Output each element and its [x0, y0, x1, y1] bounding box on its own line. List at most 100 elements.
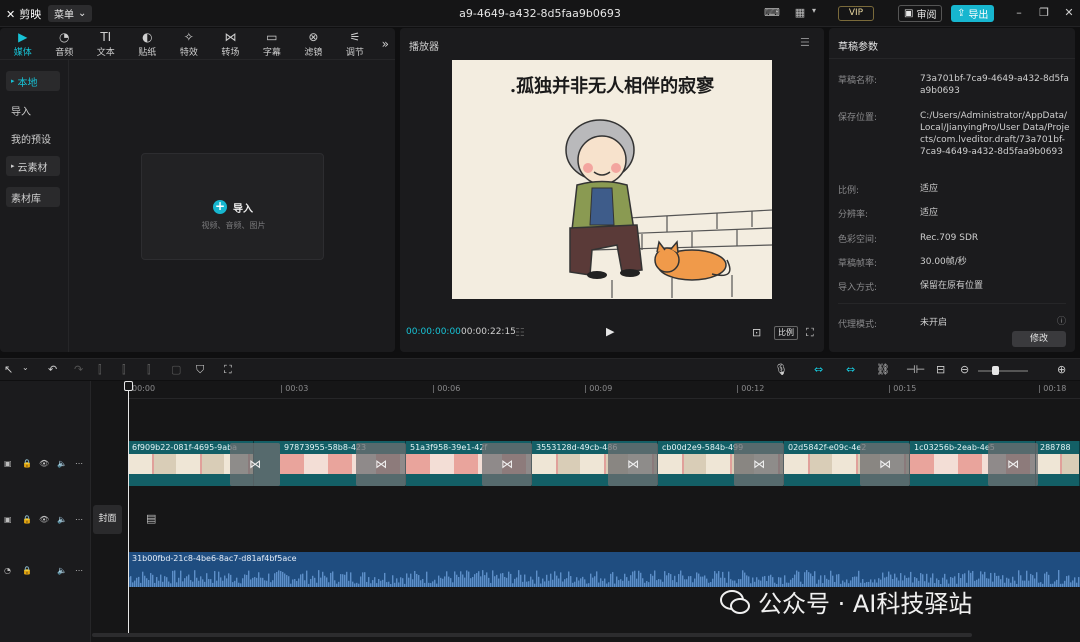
tab-effects[interactable]: ✧ 特效: [168, 28, 210, 60]
auto-snap-icon[interactable]: ⇔: [846, 363, 855, 376]
shoe-shape: [620, 269, 640, 277]
chevron-down-icon[interactable]: ⌄: [22, 363, 29, 372]
video-preview[interactable]: .孤独并非无人相伴的寂寥: [452, 60, 772, 299]
restore-icon[interactable]: ❐: [1037, 6, 1051, 20]
volume-icon[interactable]: 🔈: [57, 459, 67, 468]
layout-chevron-icon[interactable]: ▾: [806, 6, 822, 20]
more-icon[interactable]: ⋯: [75, 515, 83, 524]
lock-icon[interactable]: 🔒: [22, 566, 32, 575]
transition-marker[interactable]: ⋈: [734, 443, 784, 486]
fit-screen-icon[interactable]: ⊡: [752, 326, 761, 339]
tab-adjust[interactable]: ⚟ 调节: [334, 28, 376, 60]
fullscreen-icon[interactable]: ⛶: [806, 326, 814, 340]
face-shape: [577, 135, 627, 185]
tab-text[interactable]: TI 文本: [85, 28, 127, 60]
more-icon[interactable]: ⋯: [75, 459, 83, 468]
sidebar-item-presets[interactable]: 我的预设: [6, 128, 60, 148]
tab-filter[interactable]: ⊗ 滤镜: [293, 28, 335, 60]
delete-icon[interactable]: ▢: [171, 363, 181, 376]
playhead-line[interactable]: [128, 381, 129, 636]
eye-icon[interactable]: 👁: [39, 515, 49, 524]
vip-button[interactable]: VIP: [838, 6, 874, 21]
sidebar-item-library[interactable]: 素材库: [6, 187, 60, 207]
play-button[interactable]: ▶: [606, 325, 614, 338]
waveform-bar: [370, 583, 372, 587]
horizontal-scrollbar[interactable]: [92, 633, 972, 637]
review-button[interactable]: ▣ 审阅: [898, 5, 943, 22]
info-icon[interactable]: ⓘ: [1057, 314, 1066, 327]
main-track-magnet-icon[interactable]: ⇔: [814, 363, 823, 376]
transition-marker[interactable]: ⋈: [356, 443, 406, 486]
caption-icon[interactable]: ⊟: [936, 363, 945, 376]
volume-icon[interactable]: 🔈: [57, 515, 67, 524]
export-button[interactable]: ⇪ 导出: [951, 5, 995, 22]
split-left-icon[interactable]: ⫿: [122, 363, 126, 377]
waveform-bar: [686, 579, 688, 587]
shortcut-keyboard-icon[interactable]: ⌨: [764, 6, 780, 20]
waveform-bar: [358, 583, 360, 587]
waveform-bar: [990, 572, 992, 587]
app-logo: ✕ 剪映: [6, 6, 41, 22]
hamburger-menu-icon[interactable]: ☰: [800, 36, 810, 49]
video-clip[interactable]: 288788: [1036, 441, 1080, 486]
eye-icon[interactable]: 👁: [39, 459, 49, 468]
transition-marker[interactable]: ⋈: [482, 443, 532, 486]
waveform-bar: [716, 573, 718, 587]
waveform-bar: [682, 575, 684, 587]
tab-transition[interactable]: ⋈ 转场: [210, 28, 252, 60]
transition-marker[interactable]: ⋈: [860, 443, 910, 486]
tab-subtitle[interactable]: ▭ 字幕: [251, 28, 293, 60]
lock-icon[interactable]: 🔒: [22, 515, 32, 524]
undo-icon[interactable]: ↶: [48, 363, 57, 376]
waveform-bar: [652, 575, 654, 587]
more-icon[interactable]: ⋯: [75, 566, 83, 575]
waveform-bar: [380, 580, 382, 587]
zoom-out-icon[interactable]: ⊖: [960, 363, 969, 376]
minimize-icon[interactable]: –: [1012, 6, 1026, 20]
cover-button[interactable]: 封面: [93, 505, 122, 534]
waveform-bar: [350, 572, 352, 587]
edit-button[interactable]: 修改: [1012, 331, 1066, 347]
prop-value: Rec.709 SDR: [920, 233, 979, 243]
transition-marker[interactable]: ⋈: [988, 443, 1038, 486]
tab-audio[interactable]: ◔ 音频: [44, 28, 86, 60]
waveform-bar: [166, 577, 168, 587]
audio-track[interactable]: 31b00fbd-21c8-4be6-8ac7-d81af4bf5ace: [128, 552, 1080, 587]
prop-value: 适应: [920, 184, 939, 194]
sidebar-item-local[interactable]: ▸ 本地: [6, 71, 60, 91]
more-tabs-button[interactable]: »: [376, 28, 395, 60]
time-ruler[interactable]: 00:00 | 00:03 | 00:06 | 00:09 | 00:12 | …: [128, 381, 1080, 399]
microphone-icon[interactable]: 🎙: [774, 363, 788, 376]
split-icon[interactable]: ⫿: [98, 363, 102, 377]
clip-thumbnails: [1036, 454, 1079, 474]
split-right-icon[interactable]: ⫿: [147, 363, 151, 377]
menu-button[interactable]: 菜单 ⌄: [48, 5, 93, 22]
zoom-slider-handle[interactable]: [992, 366, 999, 375]
volume-icon[interactable]: 🔈: [57, 566, 67, 575]
tick-label: | 00:18: [1038, 384, 1067, 393]
triangle-icon: ▸: [11, 77, 15, 85]
crop-icon[interactable]: ⛶: [224, 363, 232, 377]
tab-sticker[interactable]: ◐ 贴纸: [127, 28, 169, 60]
tab-media[interactable]: ▶ 媒体: [2, 28, 44, 60]
import-dropzone[interactable]: + 导入 视频、音频、图片: [141, 153, 324, 260]
ratio-button[interactable]: 比例: [774, 326, 798, 340]
sidebar-item-import[interactable]: 导入: [6, 100, 60, 120]
timeline-list-icon[interactable]: ☷: [515, 326, 525, 339]
waveform-bar: [392, 575, 394, 587]
shield-icon[interactable]: ⛉: [196, 363, 204, 377]
select-cursor-icon[interactable]: ↖: [4, 363, 13, 376]
close-icon[interactable]: ✕: [1062, 6, 1076, 20]
waveform-bar: [324, 575, 326, 587]
preview-axis-icon[interactable]: ⊣⊢: [906, 363, 925, 376]
redo-icon[interactable]: ↷: [74, 363, 83, 376]
lock-icon[interactable]: 🔒: [22, 459, 32, 468]
transition-marker[interactable]: ⋈: [230, 443, 280, 486]
sidebar-item-cloud[interactable]: ▸ 云素材: [6, 156, 60, 176]
link-icon[interactable]: ⛓: [876, 363, 890, 376]
zoom-slider[interactable]: [978, 370, 1028, 372]
zoom-in-icon[interactable]: ⊕: [1057, 363, 1066, 376]
transition-marker[interactable]: ⋈: [608, 443, 658, 486]
playhead-handle[interactable]: [124, 381, 133, 391]
waveform-bar: [532, 579, 534, 587]
